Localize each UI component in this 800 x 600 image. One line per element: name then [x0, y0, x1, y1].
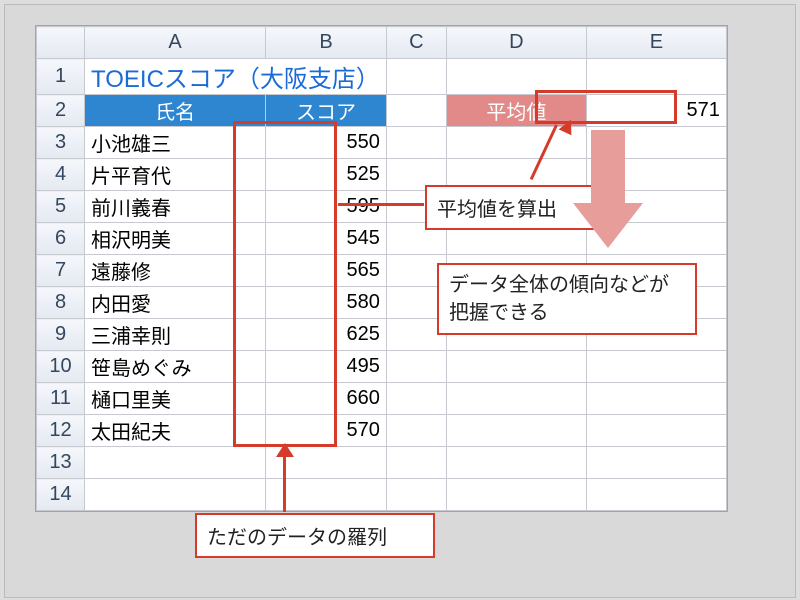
row-header-7[interactable]: 7: [37, 255, 85, 287]
cell-C12[interactable]: [386, 415, 446, 447]
title-cell[interactable]: TOEICスコア（大阪支店）: [85, 59, 387, 95]
cell-score[interactable]: 570: [266, 415, 387, 447]
row-14: 14: [37, 479, 727, 511]
row-header-6[interactable]: 6: [37, 223, 85, 255]
cell-score[interactable]: 625: [266, 319, 387, 351]
cell-C13[interactable]: [386, 447, 446, 479]
header-score[interactable]: スコア: [266, 95, 387, 127]
row-header-4[interactable]: 4: [37, 159, 85, 191]
cell-name[interactable]: 相沢明美: [85, 223, 266, 255]
row-header-8[interactable]: 8: [37, 287, 85, 319]
cell-name[interactable]: 前川義春: [85, 191, 266, 223]
header-name[interactable]: 氏名: [85, 95, 266, 127]
col-header-C[interactable]: C: [386, 27, 446, 59]
col-header-A[interactable]: A: [85, 27, 266, 59]
cell-D13[interactable]: [446, 447, 586, 479]
cell-score[interactable]: 595: [266, 191, 387, 223]
cell-E11[interactable]: [586, 383, 726, 415]
cell-C11[interactable]: [386, 383, 446, 415]
cell-C14[interactable]: [386, 479, 446, 511]
cell-E13[interactable]: [586, 447, 726, 479]
select-all-corner[interactable]: [37, 27, 85, 59]
row-header-12[interactable]: 12: [37, 415, 85, 447]
col-header-D[interactable]: D: [446, 27, 586, 59]
cell-D11[interactable]: [446, 383, 586, 415]
callout-average: 平均値を算出: [425, 185, 595, 230]
cell-score[interactable]: 495: [266, 351, 387, 383]
cell-name[interactable]: 片平育代: [85, 159, 266, 191]
cell-average-value[interactable]: 571: [586, 95, 726, 127]
row-12: 12 太田紀夫 570: [37, 415, 727, 447]
cell-name[interactable]: 樋口里美: [85, 383, 266, 415]
row-13: 13: [37, 447, 727, 479]
cell-A14[interactable]: [85, 479, 266, 511]
cell-score[interactable]: 545: [266, 223, 387, 255]
cell-name[interactable]: 三浦幸則: [85, 319, 266, 351]
cell-name[interactable]: 内田愛: [85, 287, 266, 319]
cell-C2[interactable]: [386, 95, 446, 127]
arrow-to-list: [283, 450, 286, 512]
cell-A13[interactable]: [85, 447, 266, 479]
cell-score[interactable]: 525: [266, 159, 387, 191]
row-header-11[interactable]: 11: [37, 383, 85, 415]
cell-score[interactable]: 565: [266, 255, 387, 287]
block-arrow-down: [573, 130, 643, 250]
arrow-connector-left: [338, 203, 424, 206]
row-1: 1 TOEICスコア（大阪支店）: [37, 59, 727, 95]
row-header-2[interactable]: 2: [37, 95, 85, 127]
cell-E12[interactable]: [586, 415, 726, 447]
cell-C1[interactable]: [386, 59, 446, 95]
cell-E14[interactable]: [586, 479, 726, 511]
cell-name[interactable]: 小池雄三: [85, 127, 266, 159]
col-header-E[interactable]: E: [586, 27, 726, 59]
cell-C10[interactable]: [386, 351, 446, 383]
arrow-head-to-list: [276, 443, 294, 457]
row-header-1[interactable]: 1: [37, 59, 85, 95]
cell-score[interactable]: 550: [266, 127, 387, 159]
cell-name[interactable]: 遠藤修: [85, 255, 266, 287]
cell-E10[interactable]: [586, 351, 726, 383]
cell-E1[interactable]: [586, 59, 726, 95]
row-10: 10 笹島めぐみ 495: [37, 351, 727, 383]
cell-D12[interactable]: [446, 415, 586, 447]
row-11: 11 樋口里美 660: [37, 383, 727, 415]
cell-name[interactable]: 太田紀夫: [85, 415, 266, 447]
row-header-14[interactable]: 14: [37, 479, 85, 511]
row-header-3[interactable]: 3: [37, 127, 85, 159]
row-header-13[interactable]: 13: [37, 447, 85, 479]
cell-D1[interactable]: [446, 59, 586, 95]
cell-score[interactable]: 660: [266, 383, 387, 415]
column-header-row: A B C D E: [37, 27, 727, 59]
row-2: 2 氏名 スコア 平均値 571: [37, 95, 727, 127]
row-header-5[interactable]: 5: [37, 191, 85, 223]
row-header-9[interactable]: 9: [37, 319, 85, 351]
cell-C3[interactable]: [386, 127, 446, 159]
callout-trend: データ全体の傾向などが把握できる: [437, 263, 697, 335]
row-header-10[interactable]: 10: [37, 351, 85, 383]
col-header-B[interactable]: B: [266, 27, 387, 59]
cell-name[interactable]: 笹島めぐみ: [85, 351, 266, 383]
callout-list: ただのデータの羅列: [195, 513, 435, 558]
cell-D14[interactable]: [446, 479, 586, 511]
cell-D10[interactable]: [446, 351, 586, 383]
cell-score[interactable]: 580: [266, 287, 387, 319]
